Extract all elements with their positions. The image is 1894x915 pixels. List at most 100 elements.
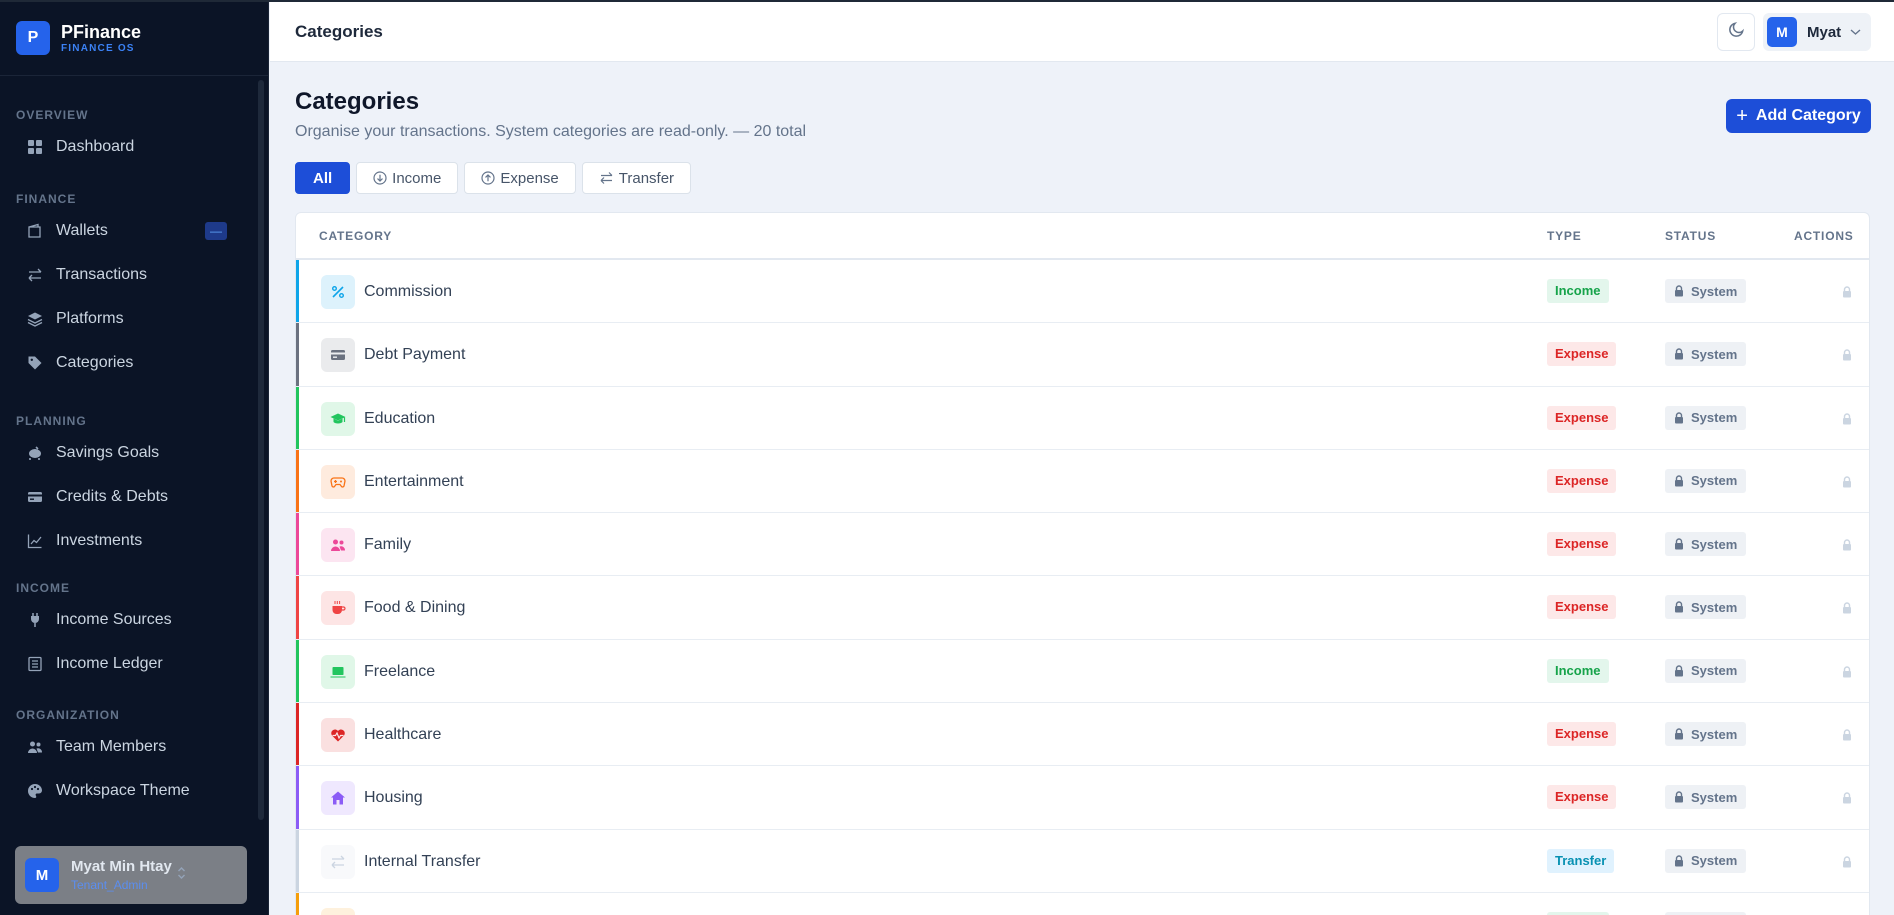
header-status[interactable]: STATUS	[1665, 229, 1716, 243]
category-color-bar	[296, 449, 299, 513]
brand-logo: P	[16, 20, 50, 55]
filter-label: Expense	[500, 169, 559, 187]
table-row[interactable]: Family Expense System	[296, 513, 1869, 577]
transfer-icon	[321, 844, 355, 879]
category-color-bar	[296, 892, 299, 915]
sidebar-item-investments[interactable]: Investments	[16, 523, 226, 559]
category-name: Family	[364, 536, 412, 554]
sidebar-item-categories[interactable]: Categories	[16, 345, 226, 381]
sidebar-scrollbar[interactable]	[258, 80, 264, 820]
category-name: Education	[364, 409, 436, 427]
category-color-bar	[296, 703, 299, 766]
arrows-exchange-icon	[26, 266, 44, 284]
filter-transfer[interactable]: Transfer	[581, 162, 692, 194]
status-badge: System	[1665, 595, 1747, 620]
laptop-icon	[321, 654, 355, 689]
table-row[interactable]: Internal Transfer Transfer System	[296, 829, 1869, 893]
status-badge: System	[1665, 532, 1747, 557]
plus-icon: +	[1736, 105, 1748, 127]
type-badge: Expense	[1547, 595, 1617, 620]
categories-table: CATEGORY TYPE STATUS ACTIONS Commission I…	[295, 212, 1870, 915]
header-category[interactable]: CATEGORY	[319, 229, 392, 243]
table-row[interactable]: IncomeSystem	[296, 892, 1869, 915]
category-name: Healthcare	[364, 726, 442, 744]
table-row[interactable]: Freelance Income System	[296, 639, 1869, 704]
graduation-cap-icon	[321, 401, 355, 436]
sidebar-item-label: Investments	[56, 532, 143, 549]
status-badge: System	[1665, 342, 1747, 367]
sidebar-item-credits-debts[interactable]: Credits & Debts	[16, 479, 226, 515]
add-category-label: Add Category	[1755, 107, 1861, 124]
sidebar-item-label: Team Members	[56, 738, 167, 755]
filter-income[interactable]: Income	[356, 162, 459, 194]
sidebar-item-income-sources[interactable]: Income Sources	[16, 602, 226, 638]
table-row[interactable]: Education Expense System	[296, 386, 1869, 450]
table-row[interactable]: Debt Payment Expense System	[296, 323, 1869, 387]
status-label: System	[1691, 789, 1738, 805]
wallet-count-badge: —	[205, 222, 227, 240]
sidebar-item-label: Platforms	[56, 310, 124, 327]
header-type[interactable]: TYPE	[1547, 229, 1582, 243]
status-label: System	[1691, 536, 1738, 552]
type-badge: Expense	[1547, 722, 1617, 747]
user-card[interactable]: M Myat Min Htay Tenant_Admin	[15, 846, 247, 904]
brand[interactable]: P PFinance FINANCE OS	[0, 0, 268, 76]
tag-icon	[26, 354, 44, 372]
percent-icon	[321, 275, 355, 309]
sidebar-item-platforms[interactable]: Platforms	[16, 301, 226, 337]
theme-toggle-button[interactable]	[1717, 13, 1755, 51]
sidebar-item-label: Income Ledger	[56, 655, 163, 672]
brand-name: PFinance	[61, 21, 142, 42]
brand-subtitle: FINANCE OS	[61, 42, 135, 54]
grid-icon	[26, 138, 44, 156]
filter-label: Income	[392, 169, 442, 187]
table-row[interactable]: Food & Dining Expense System	[296, 576, 1869, 640]
sidebar-item-income-ledger[interactable]: Income Ledger	[16, 646, 226, 682]
chevron-up-down-icon	[177, 866, 186, 881]
status-badge: System	[1665, 468, 1747, 493]
piggy-bank-icon	[26, 444, 44, 462]
table-row[interactable]: Entertainment Expense System	[296, 449, 1869, 514]
gamepad-icon	[321, 464, 355, 499]
sidebar-item-transactions[interactable]: Transactions	[16, 257, 226, 293]
type-badge: Expense	[1547, 468, 1617, 493]
category-name: Commission	[364, 283, 453, 300]
sidebar-item-team-members[interactable]: Team Members	[16, 729, 226, 765]
arrow-down-circle-icon	[373, 171, 387, 185]
type-badge: Transfer	[1547, 848, 1615, 873]
card-icon	[321, 338, 355, 373]
sidebar-item-label: Savings Goals	[56, 444, 160, 461]
sidebar-item-workspace-theme[interactable]: Workspace Theme	[16, 773, 226, 809]
nav-section-title: INCOME	[16, 581, 70, 595]
sidebar-item-label: Income Sources	[56, 611, 172, 628]
house-icon	[321, 781, 355, 816]
table-row[interactable]: Healthcare Expense System	[296, 703, 1869, 767]
sidebar-item-dashboard[interactable]: Dashboard	[16, 129, 226, 165]
arrows-exchange-icon	[599, 171, 614, 185]
category-name: Food & Dining	[364, 599, 466, 617]
category-name: Housing	[364, 789, 423, 807]
sidebar-item-wallets[interactable]: Wallets —	[16, 213, 227, 249]
table-row[interactable]: Commission Income System	[296, 260, 1869, 324]
nav-section-title: PLANNING	[16, 414, 87, 428]
page-subtitle: Organise your transactions. System categ…	[295, 123, 807, 140]
sidebar-item-savings-goals[interactable]: Savings Goals	[16, 435, 226, 471]
wallet-icon	[26, 222, 44, 240]
type-badge: Income	[1547, 279, 1609, 303]
status-label: System	[1691, 283, 1738, 299]
status-badge: System	[1665, 405, 1747, 430]
filter-expense[interactable]: Expense	[464, 162, 576, 194]
lock-icon	[1675, 411, 1683, 424]
type-filter-group: All Income Expense Transfer	[295, 162, 697, 194]
sidebar-item-label: Transactions	[56, 266, 147, 283]
category-color-bar	[296, 639, 299, 703]
sidebar-item-label: Dashboard	[56, 138, 135, 155]
filter-all[interactable]: All	[295, 162, 351, 194]
lock-icon	[1675, 285, 1683, 297]
add-category-button[interactable]: + Add Category	[1726, 99, 1871, 133]
table-row[interactable]: Housing Expense System	[296, 766, 1869, 830]
status-badge: System	[1665, 848, 1747, 873]
account-menu-button[interactable]: M Myat	[1763, 13, 1871, 51]
type-badge: Income	[1547, 658, 1609, 683]
lock-icon	[1675, 348, 1683, 360]
